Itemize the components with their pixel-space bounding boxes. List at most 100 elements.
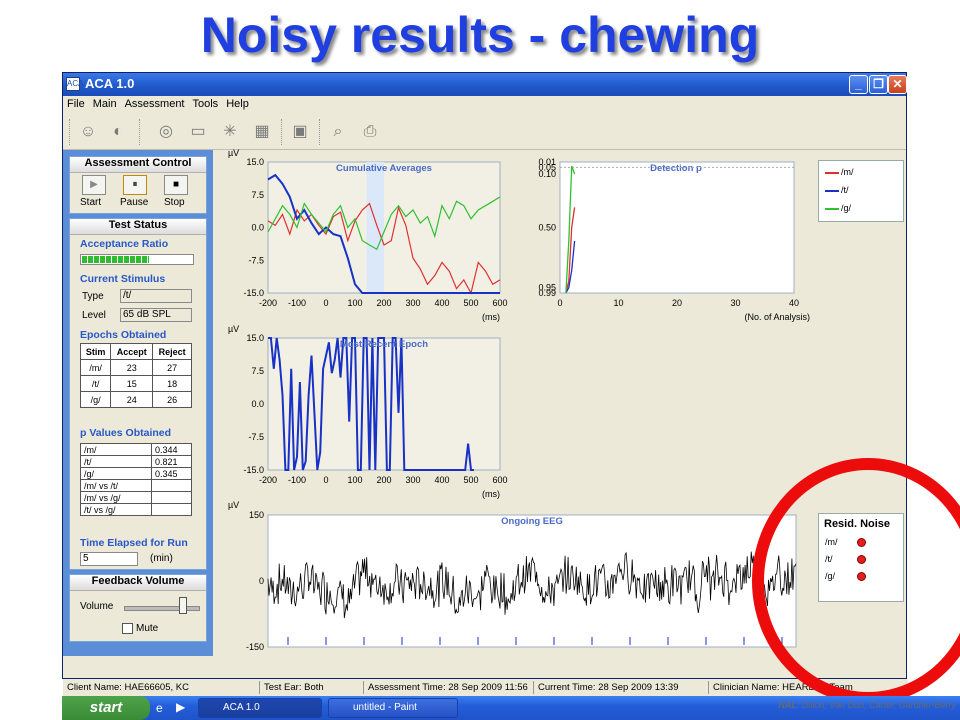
p-value: 0.345 [151,467,192,480]
checklist-icon[interactable]: ▦ [251,121,273,143]
p-value-stim: /m/ vs /g/ [80,491,152,504]
table-row: /g/0.345 [80,467,192,480]
mute-checkbox[interactable] [122,623,133,634]
legend-entry-t: /t/ [841,185,849,195]
status-client: Client Name: HAE66605, KC [67,682,189,693]
epochs-cell: 23 [110,359,154,376]
menu-help[interactable]: Help [222,96,253,112]
acceptance-ratio-fill [82,256,150,263]
test-status-header: Test Status [70,219,206,235]
pause-button[interactable]: ⏸ [123,175,147,195]
start-button[interactable]: start [62,696,150,720]
user-icon[interactable]: ☺ [77,121,99,143]
stimulus-level-field: 65 dB SPL [120,308,192,322]
target-icon[interactable]: ◎ [155,121,177,143]
epochs-cell: 18 [152,375,192,392]
ie-icon[interactable]: e [156,701,163,715]
epochs-cell: 27 [152,359,192,376]
p-values-label: p Values Obtained [80,427,172,439]
menu-main[interactable]: Main [89,96,121,112]
status-assessment-time: Assessment Time: 28 Sep 2009 11:56 [363,681,528,694]
menu-assessment[interactable]: Assessment [121,96,189,112]
epochs-cell: 15 [110,375,154,392]
assessment-control-header: Assessment Control [70,157,206,173]
legend-swatches [825,172,839,210]
level-label: Level [82,310,106,321]
menu-file[interactable]: File [63,96,89,112]
app-icon: ACA [66,77,83,91]
epochs-cell: 24 [110,391,154,408]
zoom-icon[interactable]: ⌕ [327,121,349,143]
stop-button[interactable]: ■ [164,175,188,195]
left-panel: Assessment Control ▶ ⏸ ■ Start Pause Sto… [63,150,213,656]
stop-label: Stop [164,197,185,208]
credit-org: NAL [778,700,797,710]
media-player-icon[interactable]: ▶ [176,700,185,714]
epochs-obtained-label: Epochs Obtained [80,329,167,341]
table-row: /g/24 26 [79,391,192,408]
menu-tools[interactable]: Tools [189,96,223,112]
p-value: 0.821 [151,455,192,468]
toolbar-separator [139,119,142,145]
epochs-cell: /m/ [79,359,112,376]
legend-entry-g: /g/ [841,203,852,213]
start-button[interactable]: ▶ [82,175,106,195]
table-row: /m/0.344 [80,443,192,456]
close-button[interactable]: ✕ [888,75,907,94]
current-stimulus-label: Current Stimulus [80,273,166,285]
p-value [151,491,192,504]
start-label: Start [80,197,102,208]
p-value-stim: /t/ vs /g/ [80,503,152,516]
p-value: 0.344 [151,443,192,456]
pause-label: Pause [120,197,149,208]
p-value [151,479,192,492]
feedback-volume-box: Feedback Volume Volume Mute [69,574,207,642]
epochs-table: Stim Accept Reject /m/23 27 /t/15 18 /g/24 26 [79,343,192,408]
slide-title: Noisy results - chewing [200,7,760,63]
feedback-volume-header: Feedback Volume [70,575,206,591]
epochs-header-reject: Reject [152,343,192,360]
time-elapsed-field: 5 [80,552,138,566]
epochs-header-stim: Stim [79,343,112,360]
toolbar-separator [319,119,322,145]
p-value-stim: /g/ [80,467,152,480]
status-bar: Client Name: HAE66605, KC Test Ear: Both… [63,679,908,696]
epochs-header-accept: Accept [110,343,154,360]
menu-bar: File Main Assessment Tools Help [63,96,906,114]
p-values-table: /m/0.344 /t/0.821 /g/0.345 /m/ vs /t/ /m… [80,443,192,516]
probe-icon[interactable]: ✳ [219,121,241,143]
status-current-time: Current Time: 28 Sep 2009 13:39 [533,681,678,694]
window-title: ACA 1.0 [85,76,135,91]
title-bar: ACA ACA 1.0 _ ❐ ✕ [63,73,907,96]
assessment-control-box: Assessment Control ▶ ⏸ ■ Start Pause Sto… [69,156,207,214]
credit-authors: : Dillon, Van Dun, Carter, Gardner-Berry [796,700,956,710]
toolbar: ☺ ◐ ◎ ▭ ✳ ▦ ▣ ⌕ ⎙ [63,115,906,150]
monitor-icon[interactable]: ▭ [187,121,209,143]
ear-icon[interactable]: ◐ [107,121,129,143]
p-value-stim: /m/ [80,443,152,456]
task-paint[interactable]: untitled - Paint [328,698,458,718]
minimize-button[interactable]: _ [849,75,868,94]
toolbar-separator [69,119,72,145]
task-aca[interactable]: ACA 1.0 [198,698,322,718]
toolbar-separator [281,119,284,145]
print-icon[interactable]: ⎙ [359,121,381,143]
table-row: /m/ vs /t/ [80,479,192,492]
slide-credit: NAL: Dillon, Van Dun, Carter, Gardner-Be… [778,700,956,710]
save-icon[interactable]: ▣ [289,121,311,143]
stimulus-type-field: /t/ [120,289,192,303]
table-row: /t/15 18 [79,375,192,392]
p-value-stim: /t/ [80,455,152,468]
mute-label: Mute [136,623,159,634]
p-value-stim: /m/ vs /t/ [80,479,152,492]
time-elapsed-label: Time Elapsed for Run [80,537,188,549]
acceptance-ratio-label: Acceptance Ratio [80,238,169,250]
status-test-ear: Test Ear: Both [259,681,324,694]
maximize-button[interactable]: ❐ [869,75,888,94]
volume-slider-track[interactable] [124,606,200,611]
time-unit-label: (min) [150,553,173,564]
p-value [151,503,192,516]
epochs-cell: 26 [152,391,192,408]
epochs-cell: /t/ [79,375,112,392]
volume-slider-thumb[interactable] [179,597,188,614]
